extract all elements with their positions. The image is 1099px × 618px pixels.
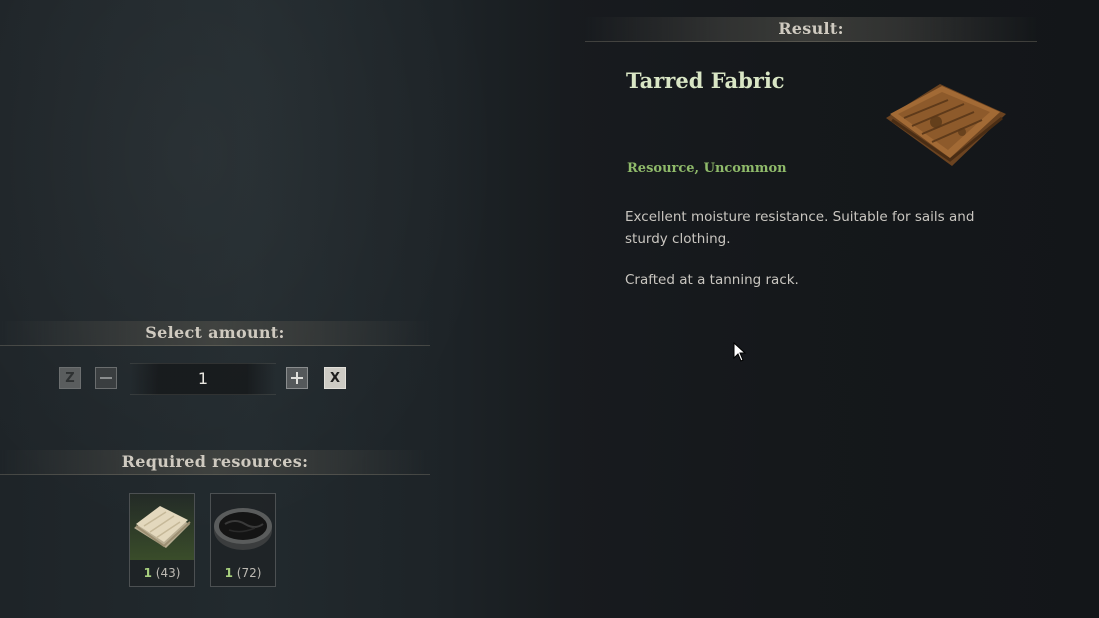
tar-bowl-icon [214, 508, 272, 550]
decrease-key-hint[interactable]: Z [59, 367, 81, 389]
increase-key-hint[interactable]: X [324, 367, 346, 389]
tar-owned-count: (72) [236, 566, 262, 580]
linen-required-count: 1 [143, 566, 152, 580]
result-header: Result: [585, 17, 1037, 42]
minus-icon [100, 377, 112, 379]
plus-icon [291, 372, 303, 384]
result-header-label: Result: [778, 19, 844, 38]
resource-slot-linen[interactable]: 1 (43) [129, 493, 195, 587]
amount-header-label: Select amount: [145, 323, 285, 342]
amount-input[interactable]: 1 [130, 363, 276, 395]
item-description: Excellent moisture resistance. Suitable … [625, 209, 975, 247]
item-rarity: Resource, Uncommon [627, 161, 787, 176]
increase-button[interactable] [286, 367, 308, 389]
item-crafted-at: Crafted at a tanning rack. [625, 272, 799, 288]
resources-header: Required resources: [0, 450, 430, 475]
resource-slot-tar[interactable]: 1 (72) [210, 493, 276, 587]
decrease-button[interactable] [95, 367, 117, 389]
tar-required-count: 1 [224, 566, 233, 580]
mouse-cursor-icon [733, 342, 747, 362]
item-title: Tarred Fabric [626, 68, 785, 93]
amount-header: Select amount: [0, 321, 430, 346]
left-panel [0, 0, 560, 618]
linen-owned-count: (43) [155, 566, 181, 580]
resources-header-label: Required resources: [121, 452, 309, 471]
linen-cloth-icon [134, 506, 191, 548]
tarred-fabric-icon [886, 84, 1006, 166]
